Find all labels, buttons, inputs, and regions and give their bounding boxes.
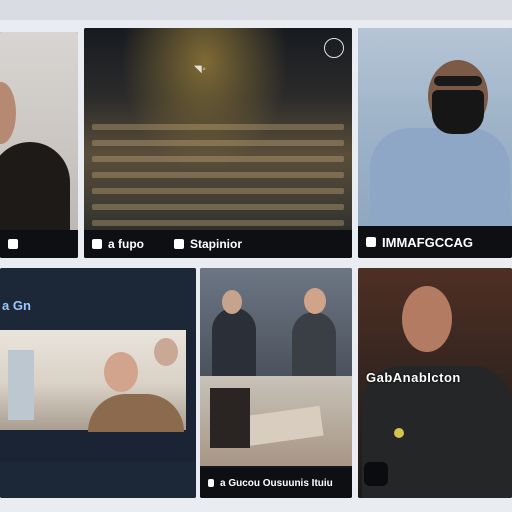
badge bbox=[394, 428, 404, 438]
participant-jacket bbox=[88, 394, 184, 432]
participant-face bbox=[104, 352, 138, 392]
tile-header: a Gn bbox=[0, 268, 196, 330]
tile-caption: IMMAFGCCAG bbox=[358, 226, 512, 258]
mic-icon bbox=[208, 479, 214, 487]
mic-icon bbox=[366, 237, 376, 247]
city-light-row bbox=[92, 220, 344, 226]
video-tile-4[interactable]: a Gn bbox=[0, 268, 196, 498]
participant-face bbox=[0, 82, 16, 144]
city-light-row bbox=[92, 156, 344, 162]
tile-caption: a fupo Stapinior bbox=[84, 230, 352, 258]
city-light-row bbox=[92, 140, 344, 146]
video-feed-lower bbox=[200, 376, 352, 466]
top-strip bbox=[0, 0, 512, 20]
video-tile-3[interactable]: IMMAFGCCAG bbox=[358, 28, 512, 258]
mic-icon bbox=[92, 239, 102, 249]
participant-face bbox=[402, 286, 452, 352]
mic-icon bbox=[8, 239, 18, 249]
video-feed: GabAnabIcton bbox=[358, 268, 512, 498]
glasses bbox=[434, 76, 482, 86]
video-tile-1[interactable] bbox=[0, 32, 78, 258]
overlay-text: GabAnabIcton bbox=[366, 370, 461, 385]
participant-name: a Gucou Ousuunis Ituiu bbox=[220, 477, 333, 489]
window bbox=[8, 350, 34, 420]
video-feed bbox=[0, 330, 186, 432]
participant-face bbox=[222, 290, 242, 314]
video-feed bbox=[358, 28, 512, 258]
settings-icon[interactable] bbox=[324, 38, 344, 58]
chair bbox=[210, 388, 250, 448]
tile-caption: a Gucou Ousuunis Ituiu bbox=[200, 468, 352, 498]
video-feed bbox=[0, 32, 78, 258]
city-light-row bbox=[92, 188, 344, 194]
city-light-row bbox=[92, 124, 344, 130]
video-tile-6[interactable]: GabAnabIcton bbox=[358, 268, 512, 498]
video-tile-2[interactable]: ◥◦ a fupo Stapinior bbox=[84, 28, 352, 258]
participant-silhouette bbox=[212, 308, 256, 378]
participant-face bbox=[304, 288, 326, 314]
video-tile-5[interactable]: a Gucou Ousuunis Ituiu bbox=[200, 268, 352, 498]
participant-name-secondary: Stapinior bbox=[190, 237, 243, 251]
face-mask bbox=[432, 90, 484, 134]
tile-caption bbox=[0, 230, 78, 258]
tile-footer bbox=[0, 462, 196, 498]
overlay-glyph: ◥◦ bbox=[194, 64, 207, 75]
speaker-icon bbox=[174, 239, 184, 249]
participant-silhouette bbox=[292, 312, 336, 376]
logo-icon bbox=[364, 462, 388, 486]
participant-shirt bbox=[370, 128, 510, 238]
participant-name: a fupo bbox=[108, 237, 144, 251]
city-light-row bbox=[92, 204, 344, 210]
video-feed-upper bbox=[200, 268, 352, 378]
city-light-row bbox=[92, 172, 344, 178]
video-feed: ◥◦ bbox=[84, 28, 352, 258]
tile-label: a Gn bbox=[2, 298, 31, 313]
participant-face-secondary bbox=[154, 338, 178, 366]
participant-name: IMMAFGCCAG bbox=[382, 234, 473, 250]
